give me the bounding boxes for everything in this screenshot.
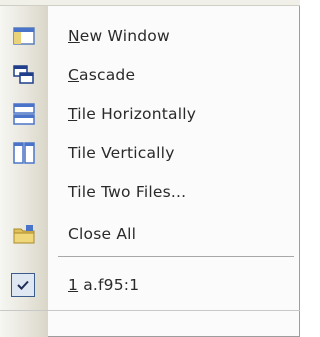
menu-item-window-1[interactable]: 1 a.f95:1 bbox=[0, 265, 300, 305]
menu-item-tile-horizontally[interactable]: Tile Horizontally bbox=[0, 94, 300, 134]
menu-item-label: Close All bbox=[68, 225, 137, 243]
menu-item-label: Tile Vertically bbox=[68, 144, 175, 162]
menu-bottom-divider bbox=[0, 310, 300, 311]
menu-item-label: Tile Horizontally bbox=[68, 105, 197, 123]
new-window-icon bbox=[12, 24, 36, 48]
menu-item-label: 1 a.f95:1 bbox=[68, 276, 140, 294]
window-menu: New Window Cascade Tile Horizontally Til… bbox=[0, 0, 300, 337]
menu-separator bbox=[58, 256, 294, 257]
menu-item-label: Tile Two Files... bbox=[68, 183, 187, 201]
menu-item-tile-two-files[interactable]: Tile Two Files... bbox=[0, 172, 300, 212]
checkmark-icon bbox=[11, 273, 35, 297]
menu-item-new-window[interactable]: New Window bbox=[0, 16, 300, 56]
close-all-folder-icon bbox=[12, 222, 36, 246]
tile-horizontally-icon bbox=[12, 102, 36, 126]
cascade-icon bbox=[12, 63, 36, 87]
menu-item-cascade[interactable]: Cascade bbox=[0, 55, 300, 95]
menu-top-edge bbox=[0, 0, 300, 6]
menu-item-tile-vertically[interactable]: Tile Vertically bbox=[0, 133, 300, 173]
menu-item-close-all[interactable]: Close All bbox=[0, 214, 300, 254]
tile-vertically-icon bbox=[12, 141, 36, 165]
menu-item-label: New Window bbox=[68, 27, 170, 45]
menu-item-label: Cascade bbox=[68, 66, 136, 84]
